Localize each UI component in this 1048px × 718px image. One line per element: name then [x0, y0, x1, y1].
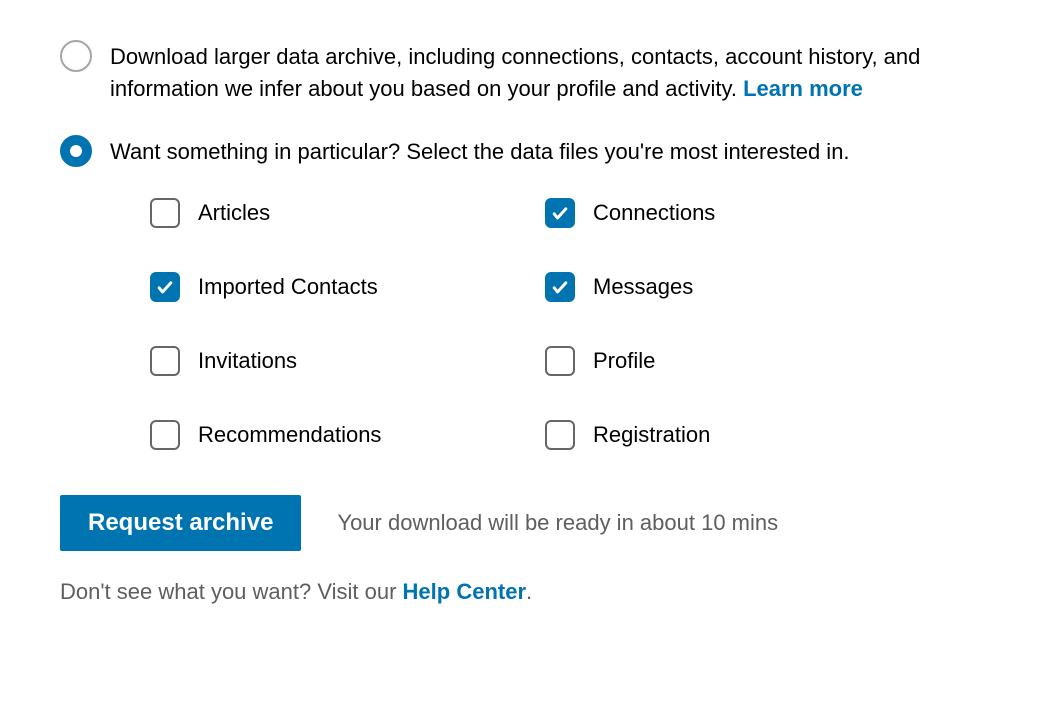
action-row: Request archive Your download will be re… [60, 495, 988, 551]
checkbox-item-imported-contacts: Imported Contacts [150, 272, 545, 302]
check-icon [550, 277, 570, 297]
help-row: Don't see what you want? Visit our Help … [60, 579, 988, 605]
download-status-text: Your download will be ready in about 10 … [337, 510, 778, 536]
radio-option-larger-archive: Download larger data archive, including … [60, 40, 988, 105]
checkbox-label-recommendations: Recommendations [198, 422, 381, 448]
radio-option-particular: Want something in particular? Select the… [60, 135, 988, 168]
checkbox-registration[interactable] [545, 420, 575, 450]
checkbox-invitations[interactable] [150, 346, 180, 376]
checkbox-label-connections: Connections [593, 200, 715, 226]
checkbox-messages[interactable] [545, 272, 575, 302]
check-icon [550, 203, 570, 223]
checkbox-label-invitations: Invitations [198, 348, 297, 374]
checkbox-recommendations[interactable] [150, 420, 180, 450]
learn-more-link[interactable]: Learn more [743, 76, 863, 101]
checkbox-item-articles: Articles [150, 198, 545, 228]
radio-particular[interactable] [60, 135, 92, 167]
radio-label-particular: Want something in particular? Select the… [110, 135, 988, 168]
radio-label-larger-archive: Download larger data archive, including … [110, 40, 988, 105]
request-archive-button[interactable]: Request archive [60, 495, 301, 551]
checkbox-imported-contacts[interactable] [150, 272, 180, 302]
checkbox-label-registration: Registration [593, 422, 710, 448]
checkbox-item-recommendations: Recommendations [150, 420, 545, 450]
checkbox-label-messages: Messages [593, 274, 693, 300]
checkbox-item-profile: Profile [545, 346, 988, 376]
checkbox-item-messages: Messages [545, 272, 988, 302]
checkbox-item-connections: Connections [545, 198, 988, 228]
checkbox-connections[interactable] [545, 198, 575, 228]
help-center-link[interactable]: Help Center [403, 579, 526, 604]
checkbox-articles[interactable] [150, 198, 180, 228]
checkbox-profile[interactable] [545, 346, 575, 376]
help-prefix: Don't see what you want? Visit our [60, 579, 403, 604]
checkbox-label-profile: Profile [593, 348, 655, 374]
help-suffix: . [526, 579, 532, 604]
checkbox-grid: Articles Connections Imported Contacts M… [150, 198, 988, 450]
checkbox-item-registration: Registration [545, 420, 988, 450]
checkbox-label-imported-contacts: Imported Contacts [198, 274, 378, 300]
checkbox-label-articles: Articles [198, 200, 270, 226]
checkbox-item-invitations: Invitations [150, 346, 545, 376]
radio-larger-archive[interactable] [60, 40, 92, 72]
check-icon [155, 277, 175, 297]
